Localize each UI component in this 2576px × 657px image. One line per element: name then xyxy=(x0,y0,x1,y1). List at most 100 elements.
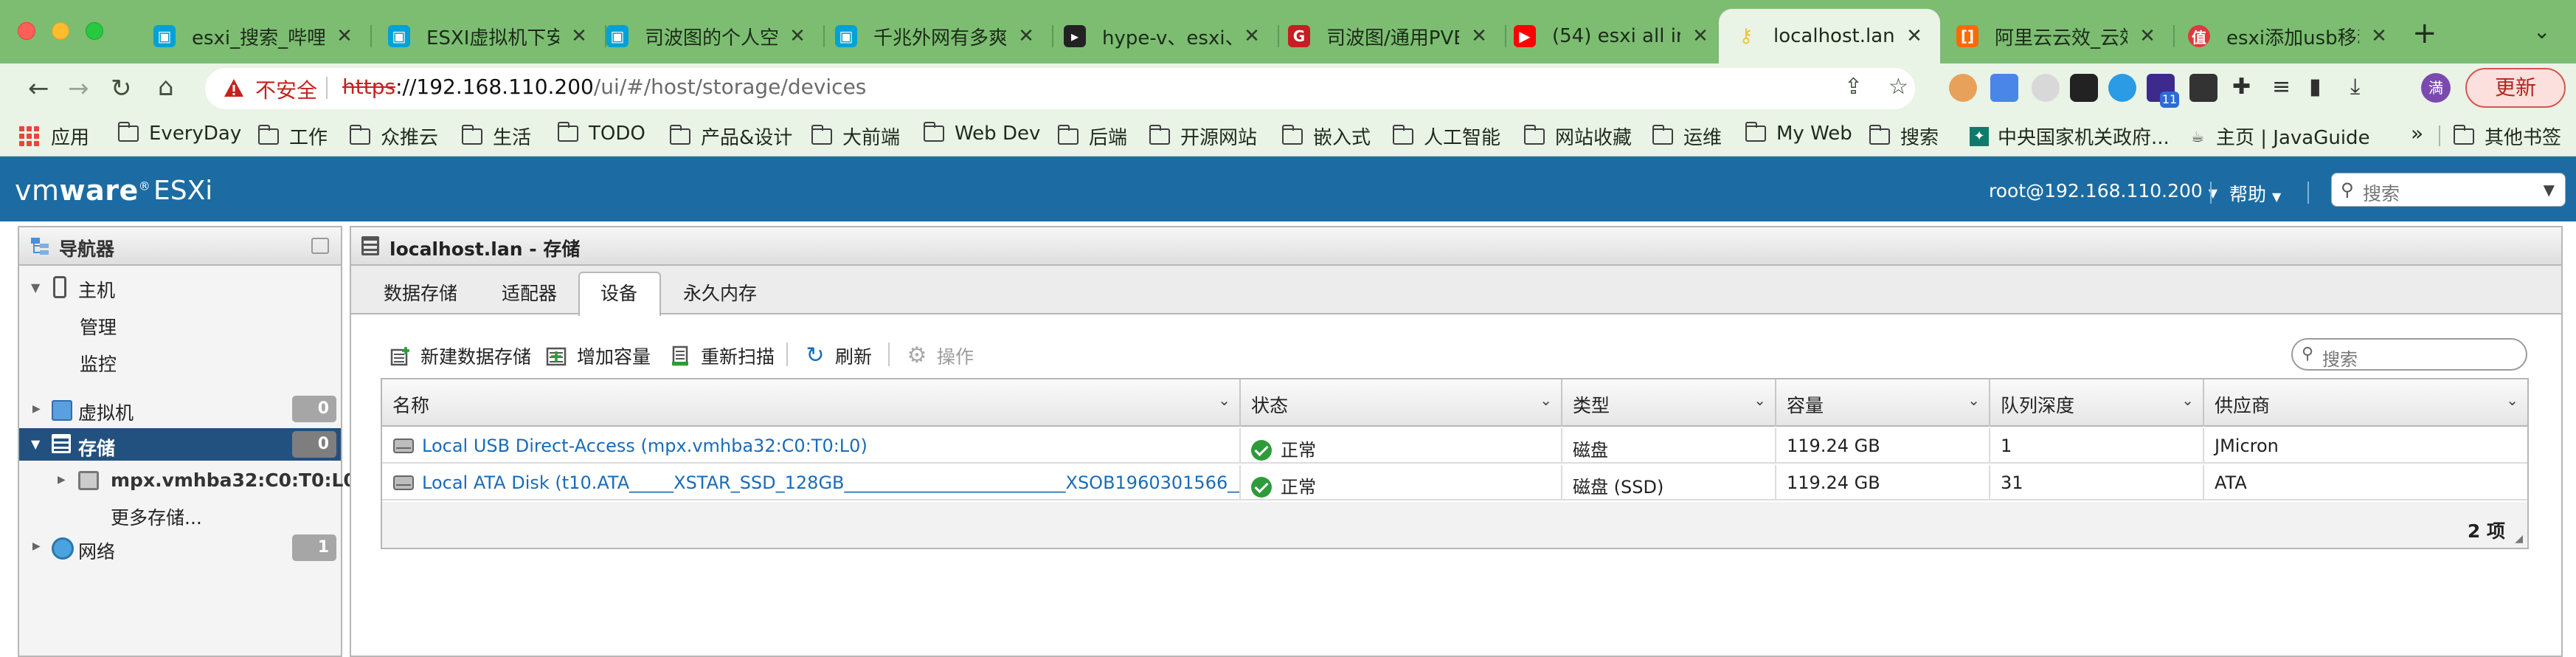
bookmark-folder[interactable]: 开源网站 xyxy=(1149,123,1257,150)
reading-list-icon[interactable]: ≡ xyxy=(2272,74,2291,100)
column-header-queue-depth[interactable]: 队列深度 ⌄ xyxy=(1990,379,2204,427)
vmware-logo[interactable]: vmware® xyxy=(15,174,150,207)
browser-tab[interactable]: [] 阿里云云效_云效 ✕ xyxy=(1940,9,2173,63)
tab-adapters[interactable]: 适配器 xyxy=(502,279,557,306)
resize-handle-icon[interactable]: ◢ xyxy=(2515,533,2523,545)
expand-right-icon[interactable]: ▶ xyxy=(58,474,66,486)
bookmark-folder[interactable]: 产品&设计 xyxy=(670,123,792,150)
bookmark-folder[interactable]: 网站收藏 xyxy=(1524,123,1632,150)
rescan-button[interactable]: 重新扫描 xyxy=(670,343,775,369)
card-extension-icon[interactable] xyxy=(2189,74,2217,102)
cloud-extension-icon[interactable] xyxy=(2108,74,2136,102)
nav-item-host[interactable]: 主机 xyxy=(78,276,115,303)
chevron-down-icon[interactable]: ⌄ xyxy=(1540,391,1552,409)
nav-item-more-storage[interactable]: 更多存储... xyxy=(111,503,202,530)
browser-tab[interactable]: G 司波图/通用PVE ✕ xyxy=(1272,9,1505,63)
bookmark-folder[interactable]: 生活 xyxy=(462,123,531,150)
bookmark-folder[interactable]: My Web xyxy=(1745,122,1852,145)
increase-capacity-button[interactable]: 增加容量 xyxy=(546,343,651,369)
device-name-link[interactable]: Local ATA Disk (t10.ATA_____XSTAR_SSD_12… xyxy=(382,465,1241,501)
browser-tab[interactable]: ▸ hype-v、esxi、 ✕ xyxy=(1048,9,1278,63)
browser-tab[interactable]: ▣ 司波图的个人空 ✕ xyxy=(590,9,823,63)
bookmark-folder[interactable]: EveryDay xyxy=(118,122,241,145)
bookmark-folder[interactable]: 众推云 xyxy=(350,123,438,150)
bookmark-apps[interactable]: 应用 xyxy=(19,123,89,150)
grid-search-input[interactable]: ⚲ 搜索 xyxy=(2291,338,2527,371)
warning-icon[interactable] xyxy=(223,77,245,99)
user-menu[interactable]: root@192.168.110.200 ▼ xyxy=(1989,180,2217,202)
bookmark-folder[interactable]: Web Dev xyxy=(924,122,1040,145)
tab-search-button[interactable]: ⌄ xyxy=(2533,19,2550,44)
device-name-link[interactable]: Local USB Direct-Access (mpx.vmhba32:C0:… xyxy=(382,428,1241,464)
chevron-down-icon[interactable]: ⌄ xyxy=(1753,391,1766,409)
bookmark-star-icon[interactable]: ☆ xyxy=(1888,74,1908,100)
close-icon[interactable]: ✕ xyxy=(2369,25,2389,47)
window-minimize-button[interactable] xyxy=(52,22,69,40)
browser-tab[interactable]: ▣ esxi_搜索_哔哩 ✕ xyxy=(137,9,370,63)
column-header-status[interactable]: 状态 ⌄ xyxy=(1241,379,1562,427)
reload-icon[interactable]: ↻ xyxy=(111,74,132,103)
close-icon[interactable]: ✕ xyxy=(1905,25,1924,47)
expand-right-icon[interactable]: ▶ xyxy=(32,403,41,415)
share-icon[interactable]: ⇪ xyxy=(1844,74,1863,100)
refresh-button[interactable]: ↻ 刷新 xyxy=(804,343,872,369)
bookmark-folder[interactable]: 人工智能 xyxy=(1393,123,1500,150)
nav-item-network[interactable]: 网络 xyxy=(78,537,115,564)
tab-datastores[interactable]: 数据存储 xyxy=(384,279,457,306)
column-header-type[interactable]: 类型 ⌄ xyxy=(1562,379,1776,427)
chevron-down-icon[interactable]: ⌄ xyxy=(1218,391,1230,409)
close-icon[interactable]: ✕ xyxy=(1242,25,1261,47)
tab-persistent-memory[interactable]: 永久内存 xyxy=(683,279,757,306)
table-row[interactable]: Local ATA Disk (t10.ATA_____XSTAR_SSD_12… xyxy=(382,465,2527,501)
expand-right-icon[interactable]: ▶ xyxy=(32,540,41,552)
side-panel-icon[interactable]: ▮ xyxy=(2309,74,2321,100)
extension-icon[interactable] xyxy=(1949,74,1977,102)
nav-item-monitor[interactable]: 监控 xyxy=(80,350,117,376)
forward-icon[interactable]: → xyxy=(68,74,89,103)
window-close-button[interactable] xyxy=(18,22,35,40)
not-secure-label[interactable]: 不安全 xyxy=(255,75,317,104)
bookmark-folder[interactable]: 运维 xyxy=(1652,123,1722,150)
browser-tab[interactable]: 值 esxi添加usb移动 ✕ xyxy=(2172,9,2405,63)
bookmark-folder[interactable]: 后端 xyxy=(1058,123,1127,150)
home-icon[interactable]: ⌂ xyxy=(158,72,174,102)
window-maximize-button[interactable] xyxy=(86,22,103,40)
profile-avatar[interactable]: 満 xyxy=(2421,73,2451,103)
close-icon[interactable]: ✕ xyxy=(569,25,589,47)
close-icon[interactable]: ✕ xyxy=(1469,25,1489,47)
nav-item-device[interactable]: mpx.vmhba32:C0:T0:L0 xyxy=(111,469,356,491)
tab-devices[interactable]: 设备 xyxy=(600,279,637,306)
close-icon[interactable]: ✕ xyxy=(788,25,807,47)
new-datastore-button[interactable]: 新建数据存储 xyxy=(389,343,531,369)
column-header-name[interactable]: 名称 ⌄ xyxy=(382,379,1241,427)
bookmark-folder[interactable]: 大前端 xyxy=(811,123,900,150)
column-header-capacity[interactable]: 容量 ⌄ xyxy=(1776,379,1990,427)
fox-extension-icon[interactable] xyxy=(2032,74,2060,102)
gamepad-extension-icon[interactable] xyxy=(2070,74,2098,102)
help-menu[interactable]: 帮助 ▼ xyxy=(2229,180,2281,207)
header-search-input[interactable]: ⚲ 搜索 ▼ xyxy=(2331,173,2566,207)
update-button[interactable]: 更新 xyxy=(2465,68,2566,108)
nav-item-vms[interactable]: 虚拟机 xyxy=(78,399,134,425)
bookmark-folder[interactable]: 搜索 xyxy=(1869,123,1939,150)
url-text[interactable]: https://192.168.110.200/ui/#/host/storag… xyxy=(342,75,866,99)
bookmark-folder[interactable]: 嵌入式 xyxy=(1282,123,1371,150)
column-header-vendor[interactable]: 供应商 ⌄ xyxy=(2204,379,2527,427)
bookmarks-overflow-button[interactable]: » xyxy=(2411,121,2423,145)
table-row[interactable]: Local USB Direct-Access (mpx.vmhba32:C0:… xyxy=(382,428,2527,464)
bookmark-link[interactable]: ☕ 主页 | JavaGuide xyxy=(2188,123,2370,150)
caret-down-icon[interactable]: ▼ xyxy=(2544,181,2555,199)
close-icon[interactable]: ✕ xyxy=(335,25,354,47)
bookmark-link[interactable]: ✦ 中央国家机关政府... xyxy=(1970,123,2170,150)
collapse-icon[interactable] xyxy=(311,238,329,254)
new-tab-button[interactable]: + xyxy=(2412,16,2437,50)
downloads-icon[interactable]: ⤓ xyxy=(2350,74,2360,100)
expand-down-icon[interactable]: ▼ xyxy=(31,281,40,295)
nav-item-manage[interactable]: 管理 xyxy=(80,313,117,340)
browser-tab[interactable]: ▶ (54) esxi all in c ✕ xyxy=(1498,9,1726,63)
chevron-down-icon[interactable]: ⌄ xyxy=(2506,391,2518,409)
chevron-down-icon[interactable]: ⌄ xyxy=(2181,391,2194,409)
translate-extension-icon[interactable] xyxy=(1990,74,2018,102)
browser-tab-active[interactable]: ⚷ localhost.lan - V ✕ xyxy=(1719,9,1940,63)
expand-down-icon[interactable]: ▼ xyxy=(31,437,40,451)
